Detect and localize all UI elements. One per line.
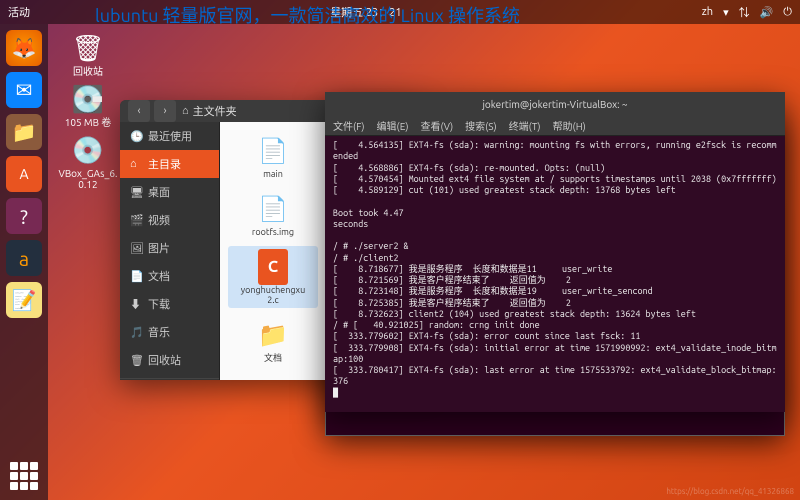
- fm-sidebar-item[interactable]: ⌂ 主目录: [120, 150, 219, 178]
- fm-file[interactable]: 📄rootfs.img: [228, 188, 318, 240]
- power-icon[interactable]: ⏻: [783, 6, 792, 19]
- watermark: https://blog.csdn.net/qq_41326868: [666, 487, 794, 496]
- fm-file[interactable]: 📁文档: [228, 314, 318, 366]
- desktop-icon[interactable]: 🗑回收站: [58, 30, 118, 77]
- dock-software[interactable]: A: [6, 156, 42, 192]
- activities-button[interactable]: 活动: [8, 4, 30, 20]
- fm-sidebar-item[interactable]: 📄 文档: [120, 262, 219, 290]
- terminal-menu-item[interactable]: 终端(T): [509, 118, 541, 133]
- desktop-icon-label: 回收站: [73, 66, 103, 77]
- fm-file[interactable]: Cyonghuchengxu2.c: [228, 246, 318, 308]
- fm-sidebar-item[interactable]: ⬇ 下载: [120, 290, 219, 318]
- terminal-menu-item[interactable]: 帮助(H): [553, 118, 586, 133]
- file-name: rootfs.img: [252, 228, 294, 238]
- fm-sidebar-label: 下载: [148, 296, 170, 312]
- fm-sidebar-icon: 📄: [130, 270, 142, 283]
- volume-icon[interactable]: 🔊: [760, 6, 774, 19]
- fm-back-button[interactable]: ‹: [128, 100, 150, 122]
- file-name: 文档: [264, 354, 282, 364]
- fm-sidebar-icon: 🖥: [130, 186, 142, 199]
- desktop-icon-glyph: 💽: [68, 81, 108, 117]
- fm-sidebar-label: 主目录: [148, 156, 181, 172]
- terminal-window: jokertim@jokertim-VirtualBox: ~ 文件(F) 编辑(…: [325, 92, 785, 412]
- file-name: yonghuchengxu2.c: [238, 286, 308, 306]
- file-icon: C: [252, 248, 294, 286]
- desktop-icon[interactable]: 💿VBox_GAs_6.0.12: [58, 132, 118, 190]
- dock-files[interactable]: 📁: [6, 114, 42, 150]
- fm-sidebar-item[interactable]: 🕒 最近使用: [120, 122, 219, 150]
- terminal-output[interactable]: [ 4.564135] EXT4-fs (sda): warning: moun…: [325, 136, 785, 412]
- fm-sidebar-label: 文档: [148, 268, 170, 284]
- desktop-icon[interactable]: 💽105 MB 卷: [58, 81, 118, 128]
- fm-sidebar-icon: ⬇: [130, 296, 142, 312]
- fm-sidebar-icon: 🗑: [130, 354, 142, 367]
- fm-sidebar-icon: 🎵: [130, 326, 142, 339]
- fm-title: 主文件夹: [193, 103, 237, 119]
- dock-notes[interactable]: 📝: [6, 282, 42, 318]
- terminal-menu-item[interactable]: 查看(V): [420, 118, 453, 133]
- home-icon: ⌂: [182, 105, 189, 117]
- file-name: main: [263, 170, 283, 180]
- fm-sidebar-icon: 🕒: [130, 130, 142, 143]
- fm-sidebar-label: 视频: [148, 212, 170, 228]
- lang-indicator[interactable]: zh: [702, 6, 713, 18]
- network-icon[interactable]: ▾: [723, 6, 729, 19]
- dock: 🦊 ✉ 📁 A ? a >_ 📝: [0, 24, 48, 500]
- file-icon: 📄: [252, 190, 294, 228]
- fm-sidebar-icon: ⌂: [130, 158, 142, 170]
- desktop-icon-glyph: 💿: [68, 132, 108, 168]
- fm-sidebar-item[interactable]: 🖥 桌面: [120, 178, 219, 206]
- desktop-icon-label: VBox_GAs_6.0.12: [58, 168, 118, 190]
- dock-amazon[interactable]: a: [6, 240, 42, 276]
- file-icon: 📁: [252, 316, 294, 354]
- fm-file[interactable]: 📄main: [228, 130, 318, 182]
- fm-forward-button[interactable]: ›: [154, 100, 176, 122]
- fm-sidebar-item[interactable]: 🎵 音乐: [120, 318, 219, 346]
- fm-sidebar-icon: 🎬: [130, 214, 142, 227]
- fm-sidebar-item[interactable]: 🗑 回收站: [120, 346, 219, 374]
- page-banner: lubuntu 轻量版官网，一款简洁高效的 Linux 操作系统: [95, 2, 520, 28]
- terminal-menu-item[interactable]: 编辑(E): [377, 118, 409, 133]
- fm-sidebar-label: 最近使用: [148, 128, 192, 144]
- fm-sidebar-label: 回收站: [148, 352, 181, 368]
- terminal-title: jokertim@jokertim-VirtualBox: ~: [325, 92, 785, 116]
- fm-sidebar-label: 音乐: [148, 324, 170, 340]
- terminal-menu-item[interactable]: 文件(F): [333, 118, 365, 133]
- dock-help[interactable]: ?: [6, 198, 42, 234]
- fm-sidebar-label: 图片: [148, 240, 170, 256]
- fm-sidebar-item[interactable]: 🖼 图片: [120, 234, 219, 262]
- fm-sidebar-label: 桌面: [148, 184, 170, 200]
- dock-apps-grid[interactable]: [10, 462, 38, 490]
- fm-sidebar-icon: 🖼: [130, 242, 142, 255]
- network-icon2[interactable]: ⇅: [739, 4, 750, 20]
- file-icon: 📄: [252, 132, 294, 170]
- dock-firefox[interactable]: 🦊: [6, 30, 42, 66]
- desktop-icon-glyph: 🗑: [68, 30, 108, 66]
- fm-sidebar-item[interactable]: 🎬 视频: [120, 206, 219, 234]
- terminal-menu-item[interactable]: 搜索(S): [465, 118, 497, 133]
- dock-thunderbird[interactable]: ✉: [6, 72, 42, 108]
- desktop-icon-label: 105 MB 卷: [65, 117, 112, 128]
